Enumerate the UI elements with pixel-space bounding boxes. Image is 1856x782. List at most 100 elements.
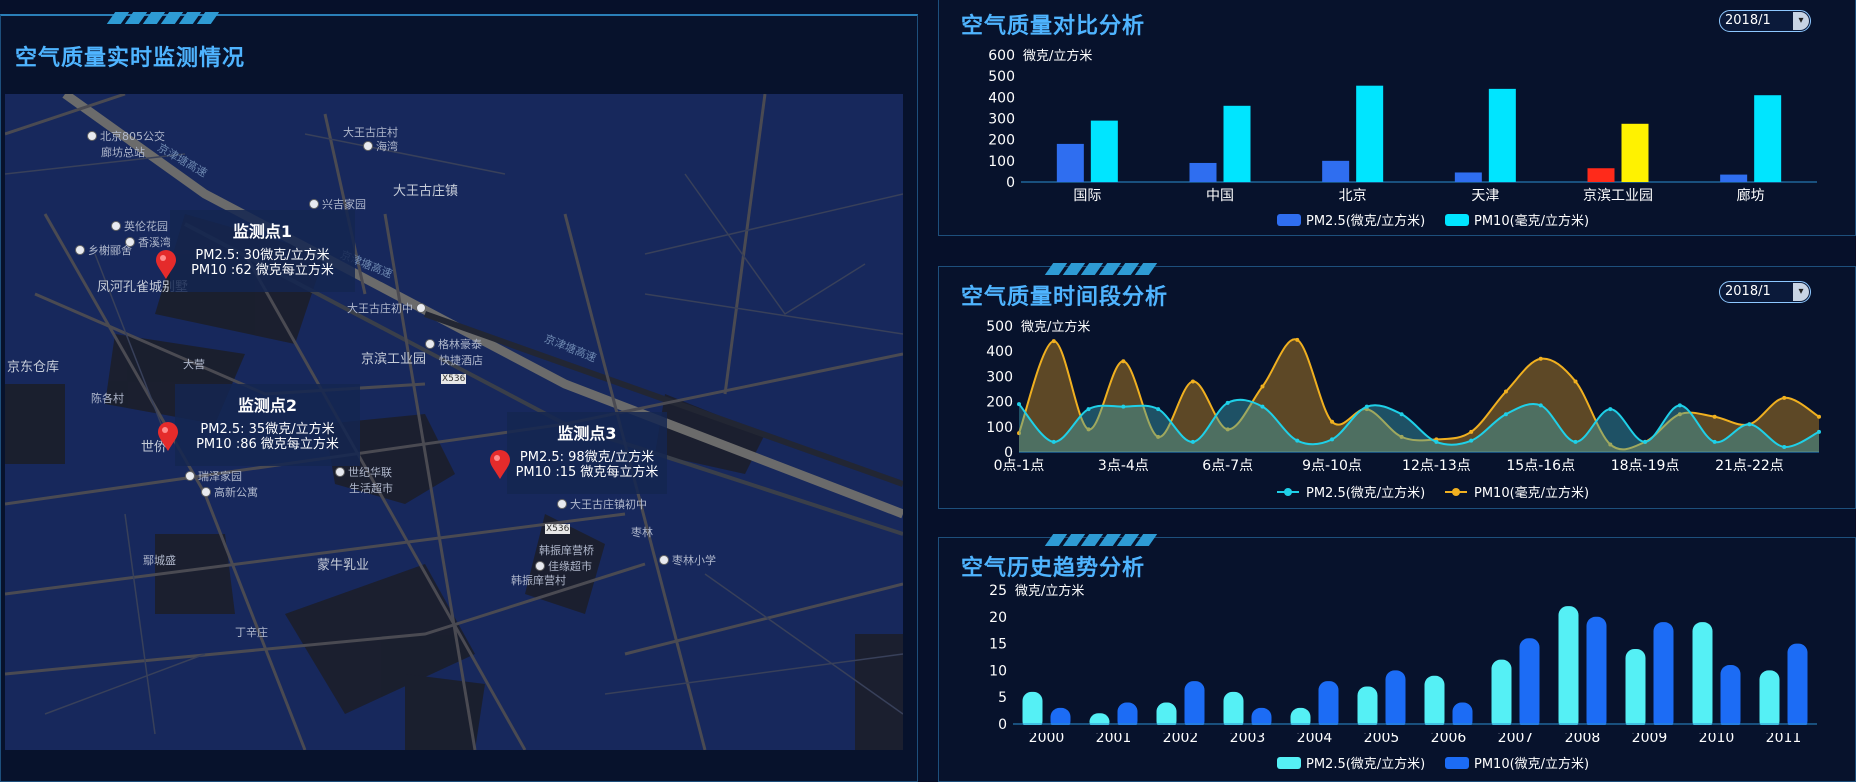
map-view[interactable]: 北京805公交 廊坊总站 大王古庄村 海湾 京津塘高速 大王古庄镇 兴吉家园 英伦… [5,94,903,750]
data-point [1295,438,1300,443]
bar [1653,622,1674,730]
data-point [1747,422,1752,427]
map-place-label: 京东仓库 [7,360,60,375]
bar [1754,95,1782,182]
y-tick-label: 500 [986,319,1013,335]
map-place-label: 丁辛庄 [235,626,268,639]
data-point [1190,379,1195,384]
period-date-select[interactable]: 2018/1 ▾ [1719,281,1811,303]
x-tick-label: 廊坊 [1737,187,1765,204]
bar [1090,120,1118,182]
data-point [1260,404,1265,409]
map-poi-label[interactable]: 瑞泽家园 [185,468,242,484]
map-poi-label[interactable]: 北京805公交 廊坊总站 [87,128,165,160]
y-tick-label: 300 [988,112,1015,128]
monitor-infobox-1[interactable]: 监测点1 PM2.5: 30微克/立方米 PM10 :62 微克每立方米 [170,210,355,292]
compare-title: 空气质量对比分析 [961,14,1146,39]
monitor-infobox-3[interactable]: 监测点3 PM2.5: 98微克/立方米 PM10 :15 微克每立方米 [507,412,667,494]
map-poi-label[interactable]: 格林豪泰 快捷酒店 [425,336,483,368]
data-point [1643,439,1648,444]
map-place-label: 韩振庠营桥 [539,544,594,557]
monitor-pm25: PM2.5: 98微克/立方米 [519,450,655,465]
map-place-label: 大营 [183,358,205,371]
map-poi-label[interactable]: 大王古庄镇初中 [557,496,647,512]
road-number-label: X536 [441,374,467,384]
data-point [1051,339,1056,344]
legend-swatch-dot [1452,488,1460,496]
history-title: 空气历史趋势分析 [961,556,1146,581]
map-poi-label[interactable]: 世纪华联 生活超市 [335,464,393,496]
map-poi-label[interactable]: 高新公寓 [201,484,258,500]
y-tick-label: 20 [989,610,1007,626]
y-tick-label: 15 [989,637,1007,653]
monitor-pm25: PM2.5: 30微克/立方米 [195,248,330,263]
map-panel: 空气质量实时监测情况 北京805公交 廊坊总站 大王古庄村 海湾 京津塘高速 大… [0,12,918,782]
panel-decoration [1044,534,1158,546]
data-point [1469,429,1474,434]
bar [1385,670,1406,730]
data-point [1086,407,1091,412]
y-tick-label: 100 [986,420,1013,436]
legend-label: PM2.5(微克/立方米) [1306,213,1425,229]
data-point [1330,437,1335,442]
monitor-infobox-2[interactable]: 监测点2 PM2.5: 35微克/立方米 PM10 :86 微克每立方米 [175,384,360,466]
compare-panel: 空气质量对比分析 2018/1 ▾ 0 100 200 300 400 500 600 微克/… [938,0,1856,236]
x-tick-label: 国际 [1073,188,1101,204]
legend-label: PM2.5(微克/立方米) [1306,485,1425,501]
map-place-label: 陈各村 [91,392,124,405]
data-point [1573,379,1578,384]
bar [1491,659,1512,730]
data-point [1260,384,1265,389]
bar [1356,85,1384,182]
legend-swatch-dot [1284,488,1292,496]
map-place-label: 韩振庠营村 [511,574,566,587]
map-poi-label[interactable]: 海湾 [363,138,398,154]
data-point [1782,395,1787,400]
map-pin-icon[interactable] [155,250,177,280]
panel-decoration [106,12,220,24]
data-point [1399,412,1404,417]
x-tick-label: 3点-4点 [1098,458,1149,474]
monitor-name: 监测点1 [232,222,293,241]
road-number-label: X536 [545,524,571,534]
x-tick-label: 21点-22点 [1715,458,1784,474]
map-poi-label[interactable]: 枣林小学 [659,552,716,568]
data-point [1782,444,1787,449]
data-point [1469,438,1474,443]
legend-swatch [1445,757,1469,769]
y-tick-label: 100 [988,154,1015,170]
monitor-pm25: PM2.5: 35微克/立方米 [200,422,335,437]
y-tick-label: 400 [988,90,1015,106]
legend-label: PM10(毫克/立方米) [1474,213,1589,229]
y-tick-label: 400 [986,344,1013,360]
data-point [1538,356,1543,361]
data-point [1503,389,1508,394]
map-pin-icon[interactable] [489,450,511,480]
y-tick-label: 600 [988,48,1015,64]
compare-date-select[interactable]: 2018/1 ▾ [1719,10,1811,32]
map-poi-label[interactable]: 乡榭郦舍 [75,242,132,258]
map-place-label: 鄢城盛 [143,554,176,567]
y-tick-label: 200 [986,395,1013,411]
data-point [1121,404,1126,409]
compare-chart: 0 100 200 300 400 500 600 微克/立方米国际 中国 北京 天津 京滨工业园 廊坊… [988,48,1817,229]
bar [1488,88,1516,182]
legend-label: PM10(微克/立方米) [1474,756,1589,772]
data-point [1434,439,1439,444]
bar [1720,665,1741,730]
bar [1322,160,1350,182]
bar [1056,143,1084,182]
map-poi-label[interactable]: 大王古庄初中 [347,300,429,316]
map-poi-label[interactable]: 英伦花园 [111,218,168,234]
data-point [1330,419,1335,424]
bar [1787,643,1808,730]
y-axis-title: 微克/立方米 [1023,48,1092,64]
bar [1625,648,1646,730]
bar [1587,168,1615,182]
data-point [1573,439,1578,444]
x-tick-label: 18点-19点 [1611,458,1680,474]
chevron-down-icon: ▾ [1793,12,1809,30]
bar [1223,105,1251,182]
map-pin-icon[interactable] [157,422,179,452]
bar [1189,162,1217,182]
